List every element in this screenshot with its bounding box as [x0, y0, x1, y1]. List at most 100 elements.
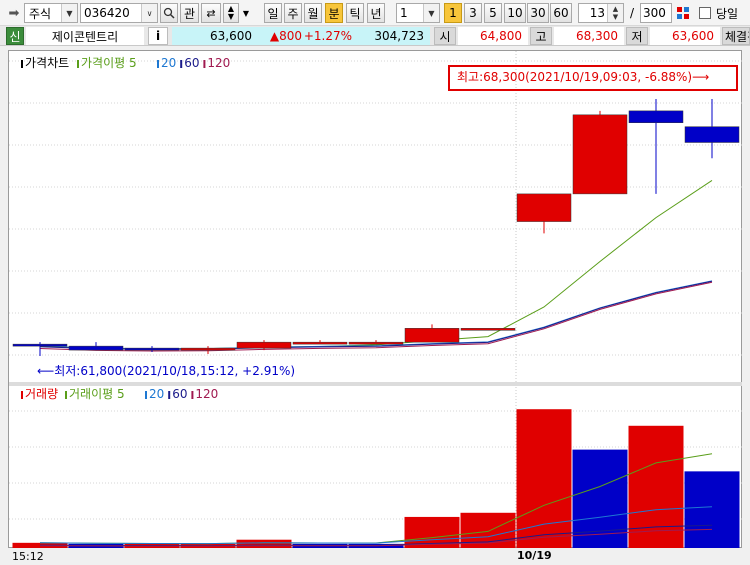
- market-select-value: 주식: [29, 6, 52, 21]
- price-legend-marker: [180, 60, 183, 68]
- quote-bar: 신 제이콘텐트리 i 63,600 ▲800 +1.27% 304,723 시 …: [0, 26, 750, 46]
- period-week-button[interactable]: 주: [284, 3, 302, 23]
- interval-preset-10[interactable]: 10: [504, 3, 526, 23]
- gwan-button[interactable]: 관: [180, 3, 199, 23]
- candle-body-10: [572, 114, 628, 195]
- high-annotation: 최고:68,300(2021/10/19,09:03, -6.88%)⟶: [457, 70, 709, 84]
- candle-body-3: [180, 347, 236, 351]
- candle-body-5: [292, 341, 348, 345]
- interval-preset-60[interactable]: 60: [550, 3, 572, 23]
- market-select[interactable]: 주식 ▼: [24, 3, 78, 23]
- candle-body-1: [68, 345, 124, 351]
- chart-canvas[interactable]: 가격차트 가격이평 5 20 60 120 거래량 거래이평 5 20 60 120 최고:68,3…: [9, 51, 743, 549]
- price-legend-marker: [203, 60, 206, 68]
- period-minute-button[interactable]: 분: [325, 3, 343, 23]
- candle-body-0: [12, 343, 68, 347]
- volume-legend-1: 거래이평 5: [69, 387, 125, 401]
- chevron-down-icon: ∨: [141, 4, 157, 22]
- candle-body-9: [516, 193, 572, 222]
- period-year-button[interactable]: 년: [367, 3, 385, 23]
- same-day-checkbox[interactable]: [698, 3, 712, 23]
- stepper-arrows-icon[interactable]: ▲ ▼: [607, 4, 623, 22]
- down-arrow-icon: ▼: [227, 12, 235, 21]
- stepper-updown[interactable]: ▲ ▼: [223, 3, 239, 23]
- volume-legend-marker: [21, 391, 23, 399]
- count-stepper[interactable]: 13 ▲ ▼: [578, 3, 624, 23]
- price-legend-3: 60: [184, 56, 199, 70]
- price-ma20-line: [39, 280, 713, 350]
- price-ma60-line: [39, 280, 713, 350]
- interval-preset-3[interactable]: 3: [464, 3, 482, 23]
- candle-body-8: [460, 328, 516, 331]
- interval-preset-5[interactable]: 5: [484, 3, 502, 23]
- candle-body-6: [348, 341, 404, 345]
- open-label: 시: [434, 27, 456, 45]
- price-change: ▲800: [258, 27, 308, 45]
- stock-name[interactable]: 제이콘텐트리: [26, 27, 144, 45]
- interval-preset-30[interactable]: 30: [527, 3, 549, 23]
- refresh-icon: ⇄: [206, 6, 216, 20]
- panel-separator: [9, 382, 743, 386]
- high-price: 68,300: [554, 27, 624, 45]
- search-button[interactable]: [160, 3, 178, 23]
- stock-code-value: 036420: [84, 6, 130, 20]
- price-legend-1: 가격이평 5: [81, 56, 137, 70]
- chart-settings-button[interactable]: [675, 3, 691, 23]
- candle-body-2: [124, 347, 180, 351]
- price-change-pct: +1.27%: [304, 27, 358, 45]
- period-tick-button[interactable]: 틱: [346, 3, 364, 23]
- volume-legend-marker: [145, 391, 147, 399]
- interval-preset-1[interactable]: 1: [444, 3, 462, 23]
- low-annotation: ⟵최저:61,800(2021/10/18,15:12, +2.91%): [37, 364, 295, 378]
- candle-body-12: [684, 126, 740, 143]
- price-legend-marker: [157, 60, 159, 68]
- volume-bar-4: [236, 539, 292, 548]
- settings-grid-icon: [677, 7, 689, 19]
- count-separator: /: [629, 6, 635, 20]
- interval-select[interactable]: 1 ▼: [396, 3, 440, 23]
- count-value: 13: [589, 6, 605, 20]
- total-count-input[interactable]: 300: [640, 3, 672, 23]
- info-button[interactable]: i: [148, 27, 168, 45]
- price-legend-2: 20: [161, 56, 176, 70]
- same-day-label: 당일: [716, 6, 739, 21]
- chart-toolbar: ➡ 주식 ▼ 036420 ∨ 관 ⇄ ▲ ▼ ▼ 일 주 월 분 틱 년 1 ▼…: [0, 0, 750, 26]
- candle-body-11: [628, 110, 684, 123]
- volume-legend-3: 60: [172, 387, 187, 401]
- trade-strength-label: 체결강: [722, 27, 750, 45]
- chart-area[interactable]: 가격차트 가격이평 5 20 60 120 거래량 거래이평 5 20 60 120 최고:68,3…: [8, 50, 743, 549]
- checkbox-icon: [699, 7, 711, 19]
- candle-body-7: [404, 328, 460, 343]
- time-axis-start-label: 15:12: [12, 550, 44, 563]
- time-axis: 15:12 10/19: [0, 548, 750, 565]
- chevron-down-icon: ▼: [423, 4, 439, 22]
- open-price: 64,800: [458, 27, 528, 45]
- chevron-down-icon[interactable]: ▼: [241, 3, 251, 23]
- volume-legend-marker: [168, 391, 171, 399]
- volume-legend-4: 120: [195, 387, 218, 401]
- period-month-button[interactable]: 월: [304, 3, 322, 23]
- price-legend-4: 120: [207, 56, 230, 70]
- time-axis-date-label: 10/19: [517, 549, 552, 562]
- volume-legend-marker: [191, 391, 194, 399]
- stock-code-input[interactable]: 036420 ∨: [80, 3, 158, 23]
- nav-arrow-icon[interactable]: ➡: [6, 3, 22, 23]
- low-price: 63,600: [650, 27, 720, 45]
- volume-bar-11: [628, 425, 684, 548]
- high-label: 고: [530, 27, 552, 45]
- volume-legend-marker: [65, 391, 67, 399]
- trade-volume: 304,723: [358, 27, 430, 45]
- volume-legend-2: 20: [149, 387, 164, 401]
- vertical-scrollbar[interactable]: [742, 46, 750, 548]
- price-legend-marker: [21, 60, 23, 68]
- volume-legend-0: 거래량: [25, 387, 58, 401]
- period-day-button[interactable]: 일: [264, 3, 282, 23]
- price-legend-marker: [77, 60, 79, 68]
- volume-bar-12: [684, 471, 740, 548]
- current-price: 63,600: [172, 27, 258, 45]
- price-legend-0: 가격차트: [25, 56, 69, 70]
- low-label: 저: [626, 27, 648, 45]
- refresh-button[interactable]: ⇄: [201, 3, 221, 23]
- volume-bar-9: [516, 409, 572, 548]
- price-ma5-line: [39, 179, 713, 350]
